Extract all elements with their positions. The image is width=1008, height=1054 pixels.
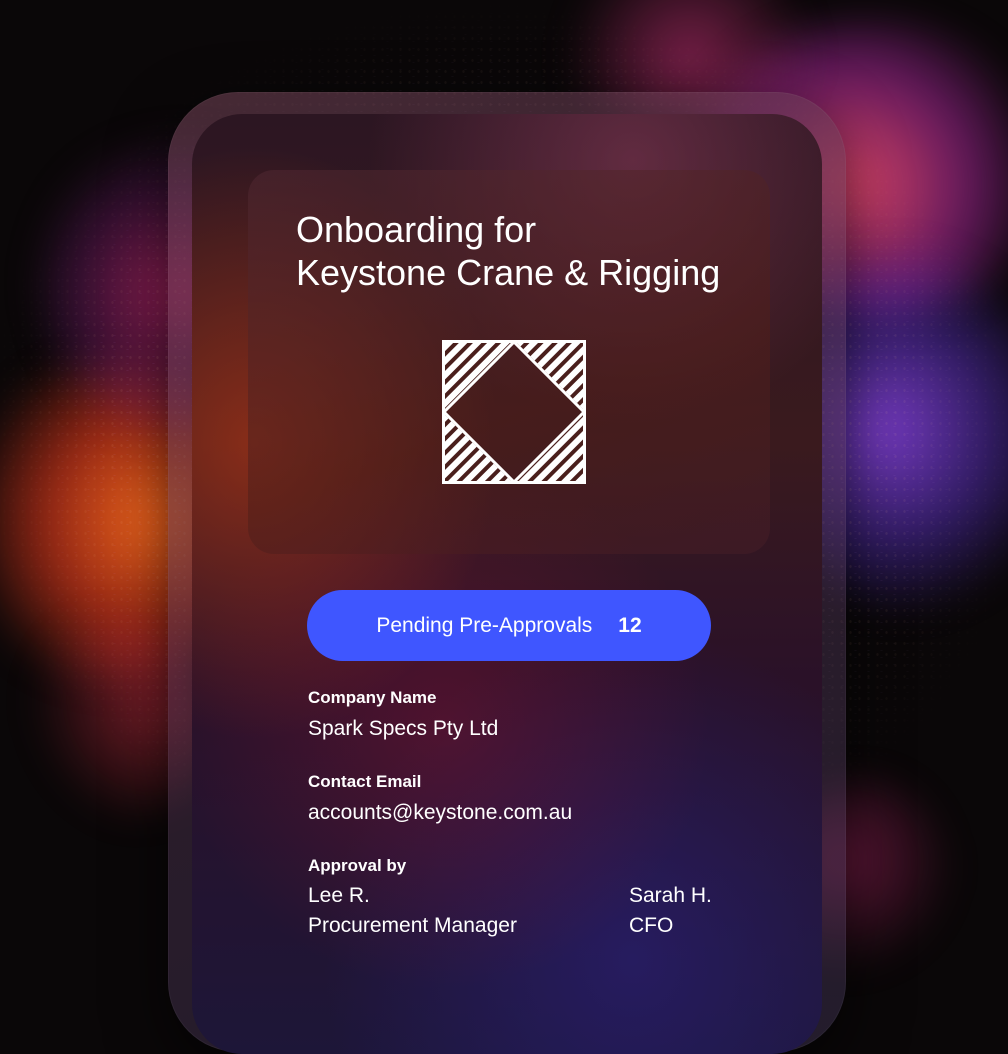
company-logo-icon <box>442 340 586 484</box>
approver-1: Lee R. Procurement Manager <box>308 881 517 941</box>
page-title: Onboarding for Keystone Crane & Rigging <box>296 208 720 294</box>
pending-label: Pending Pre-Approvals <box>376 613 593 637</box>
title-line-1: Onboarding for <box>296 209 537 250</box>
approver-1-title: Procurement Manager <box>308 914 517 937</box>
pending-count-badge: 12 <box>618 613 642 637</box>
approver-1-name: Lee R. <box>308 884 370 907</box>
title-line-2: Keystone Crane & Rigging <box>296 252 721 293</box>
contact-email-value: accounts@keystone.com.au <box>308 801 573 824</box>
company-name-value: Spark Specs Pty Ltd <box>308 717 499 740</box>
phone-frame: Onboarding for Keystone Crane & Rigging <box>168 92 846 1054</box>
company-name-label: Company Name <box>308 688 437 707</box>
approval-by-label: Approval by <box>308 856 407 875</box>
phone-screen: Onboarding for Keystone Crane & Rigging <box>192 114 822 1054</box>
approver-2-name: Sarah H. <box>629 884 712 907</box>
contact-email-label: Contact Email <box>308 772 422 791</box>
approver-2-title: CFO <box>629 914 674 937</box>
approver-2: Sarah H. CFO <box>629 881 712 941</box>
pending-pre-approvals-button[interactable]: Pending Pre-Approvals 12 <box>307 590 711 661</box>
hero-card: Onboarding for Keystone Crane & Rigging <box>248 170 770 554</box>
